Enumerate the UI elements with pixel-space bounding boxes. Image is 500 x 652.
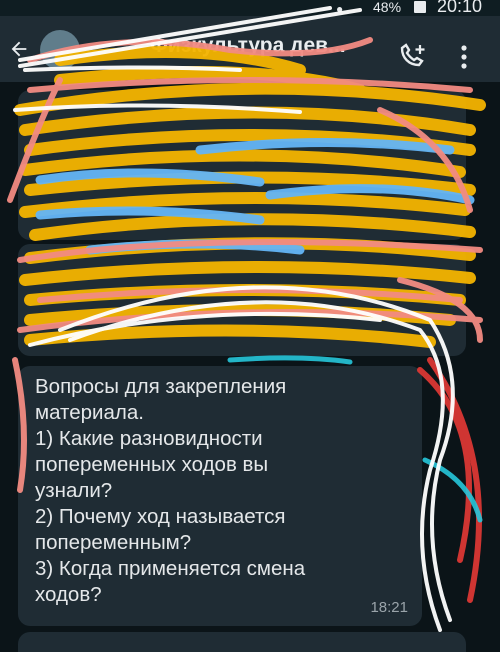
chat-title[interactable]: Физкультура дев... bbox=[150, 34, 380, 58]
message-time: 18:21 bbox=[370, 599, 408, 616]
avatar[interactable] bbox=[40, 30, 80, 70]
notification-icon: ● bbox=[336, 2, 344, 16]
message-bubble[interactable]: Вопросы для закрепления материала. 1) Ка… bbox=[18, 366, 422, 626]
more-vert-icon[interactable] bbox=[458, 42, 470, 72]
add-call-icon[interactable] bbox=[395, 42, 429, 72]
status-bar: ● 48% 20:10 bbox=[0, 0, 500, 16]
back-arrow-icon[interactable] bbox=[8, 38, 30, 60]
message-text: Вопросы для закрепления материала. 1) Ка… bbox=[35, 375, 306, 606]
chat-area[interactable]: Вопросы для закрепления материала. 1) Ка… bbox=[0, 82, 500, 652]
message-bubble-partial[interactable] bbox=[18, 632, 466, 652]
message-bubble-hidden[interactable] bbox=[18, 90, 466, 240]
message-bubble-hidden[interactable] bbox=[18, 244, 466, 356]
chat-header: Физкультура дев... bbox=[0, 16, 500, 82]
battery-percent: 48% bbox=[373, 0, 402, 15]
status-time: 20:10 bbox=[437, 0, 483, 16]
battery-icon bbox=[414, 1, 426, 13]
